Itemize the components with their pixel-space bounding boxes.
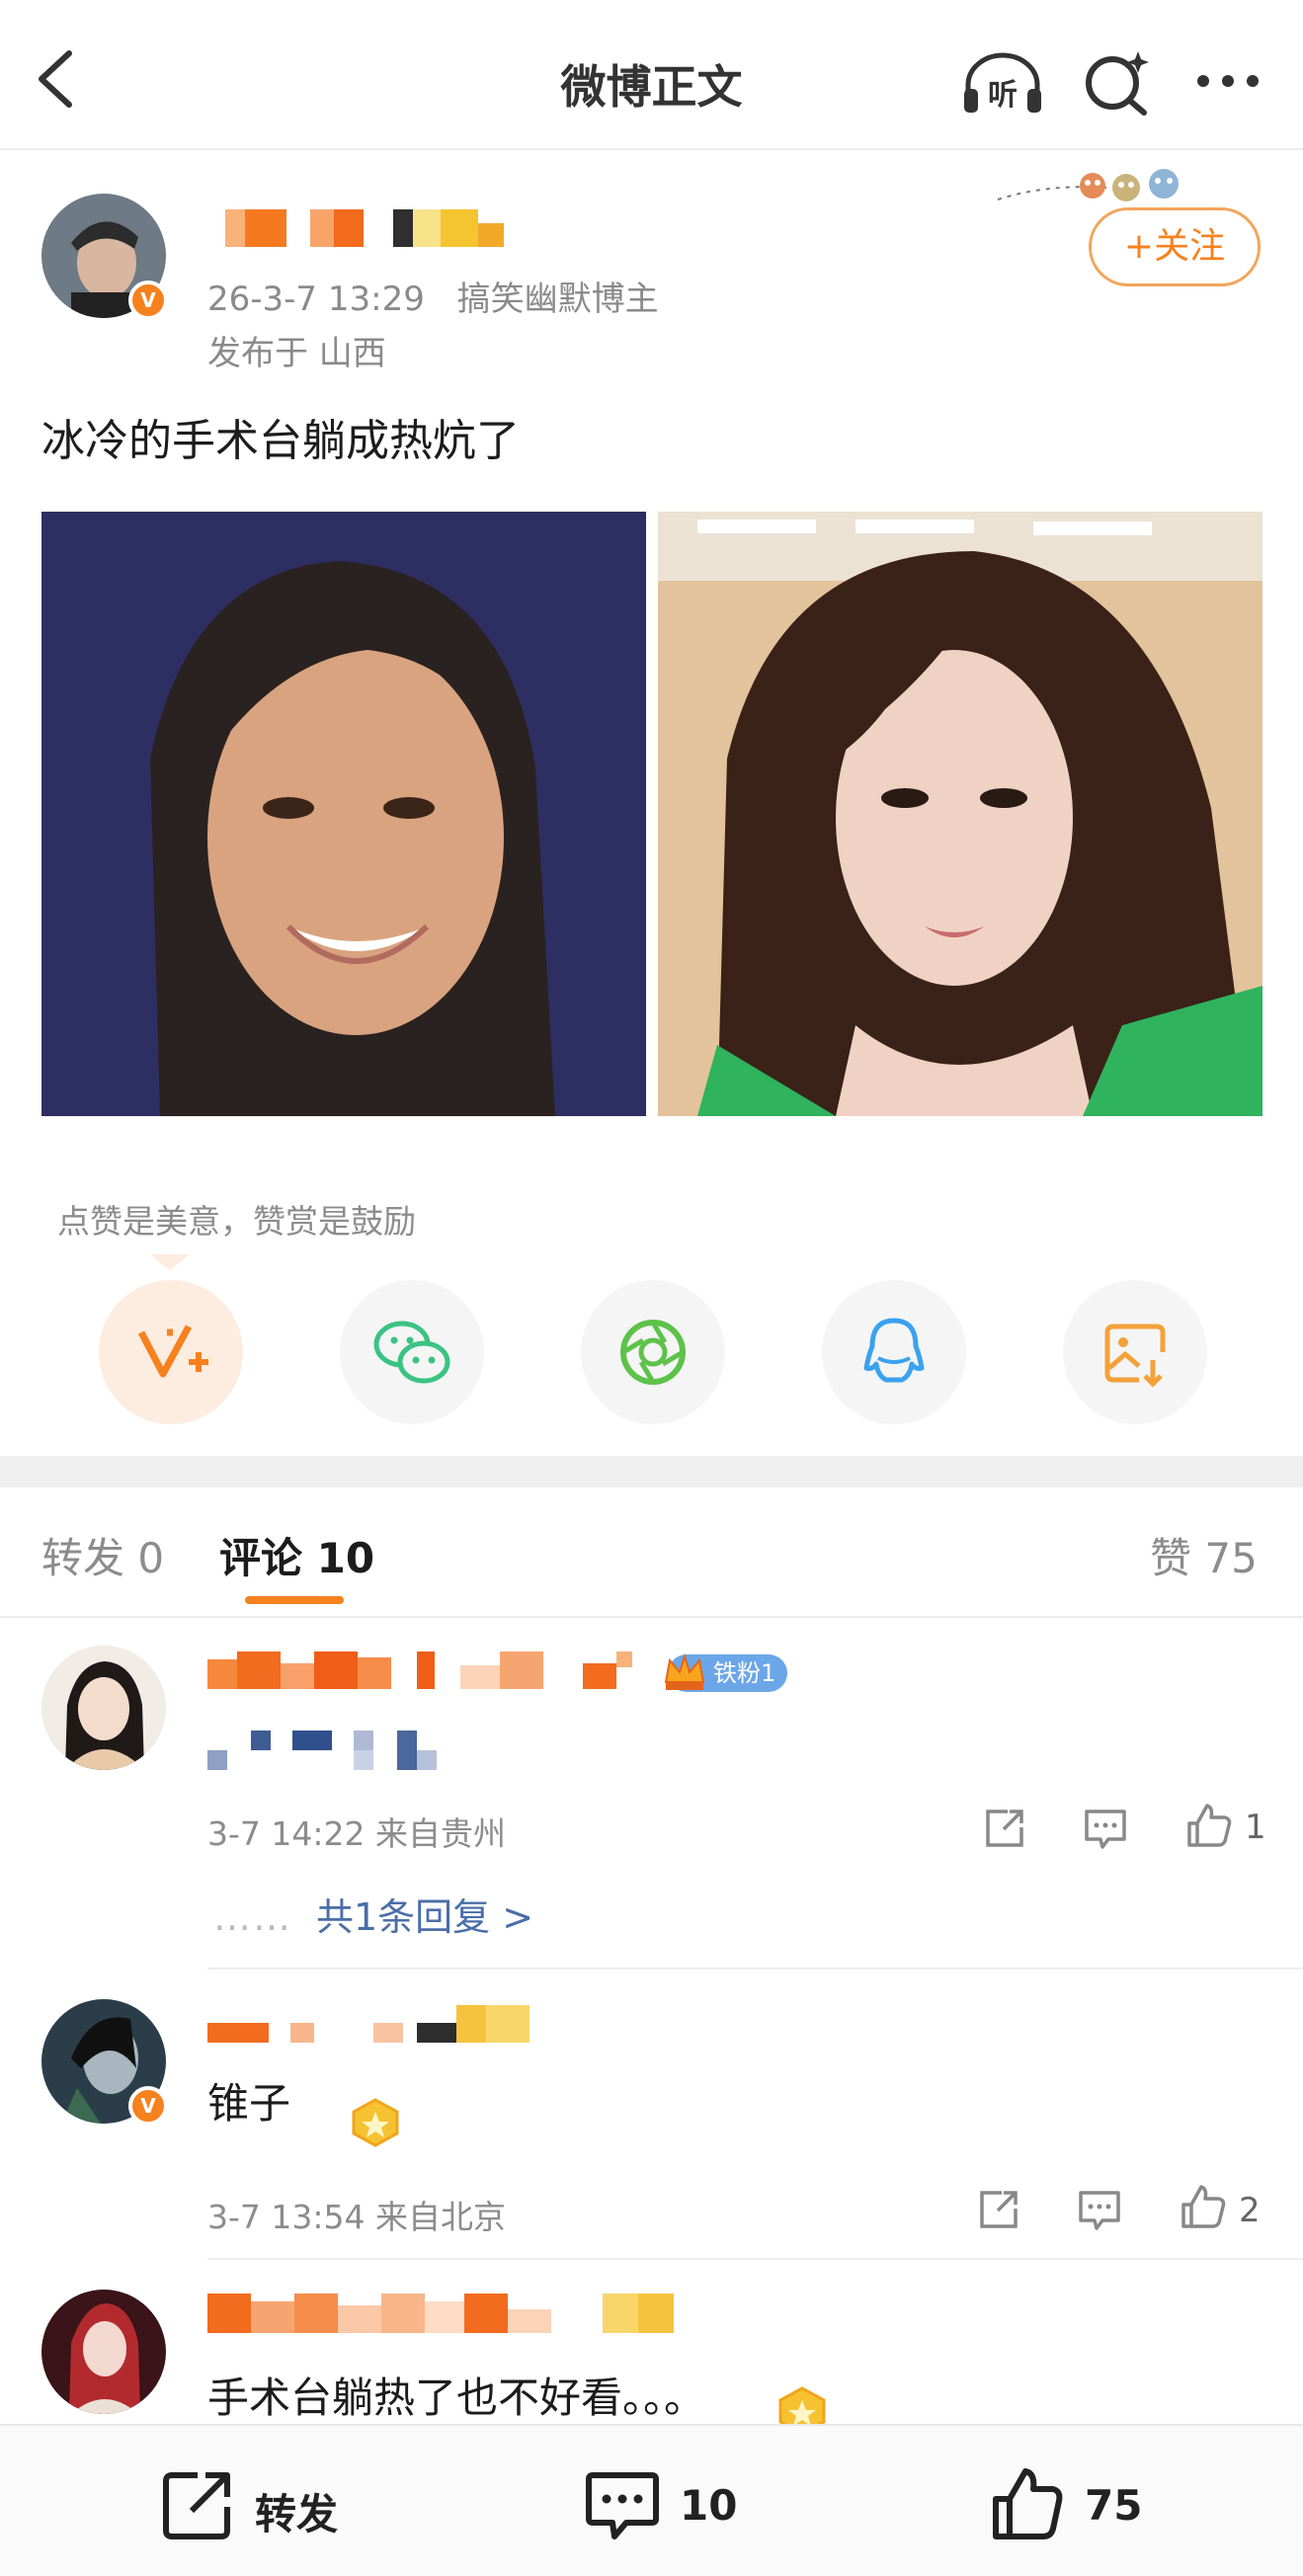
replies-dots: …… — [213, 1895, 292, 1939]
crown-icon — [664, 1652, 705, 1690]
share-comment-icon[interactable] — [978, 1802, 1031, 1855]
share-moments-button[interactable] — [581, 1280, 725, 1424]
qq-icon — [863, 1318, 925, 1383]
comment-icon — [586, 2472, 659, 2539]
post-image-2[interactable] — [658, 512, 1262, 1116]
comment-separator — [207, 1968, 1303, 1970]
share-qq-button[interactable] — [822, 1280, 966, 1424]
top-nav-bar: 微博正文 听 — [0, 0, 1303, 150]
save-image-icon — [1104, 1324, 1166, 1388]
commenter-name-redacted — [207, 1648, 652, 1691]
comment-text: 锥子 — [207, 2079, 291, 2128]
comment-like-count: 1 — [1245, 1808, 1266, 1847]
comment-like-count: 2 — [1239, 2191, 1261, 2230]
active-tab-indicator — [245, 1596, 344, 1604]
commenter-name-redacted — [207, 2292, 721, 2335]
comment-meta: 3-7 14:22 来自贵州 — [207, 1814, 506, 1853]
moments-icon — [620, 1320, 686, 1385]
bottom-action-bar: 转发 10 75 — [0, 2424, 1303, 2576]
post-location: 发布于 山西 — [207, 334, 386, 373]
comment-avatar[interactable] — [41, 2290, 166, 2414]
comment-text-redacted — [207, 1731, 445, 1770]
weibo-reward-icon — [137, 1325, 208, 1378]
author-name-redacted — [225, 205, 512, 251]
headphones-icon: 听 — [964, 52, 1041, 113]
search-icon[interactable] — [1081, 47, 1152, 117]
comment-count: 10 — [680, 2481, 738, 2530]
fan-badge-label: 铁粉1 — [713, 1659, 776, 1687]
like-count: 75 — [1085, 2481, 1143, 2530]
author-tag: 搞笑幽默博主 — [456, 280, 659, 319]
post-time: 26-3-7 13:29 — [207, 280, 425, 319]
like-button[interactable]: 75 — [978, 2426, 1195, 2576]
verified-badge: V — [128, 281, 168, 320]
reward-button[interactable] — [99, 1280, 243, 1424]
tab-repost[interactable]: 转发 0 — [41, 1525, 164, 1585]
follow-button[interactable]: +关注 — [1089, 207, 1261, 286]
listen-label: 听 — [988, 78, 1018, 113]
repost-label: 转发 — [255, 2490, 339, 2538]
comment-meta: 3-7 13:54 来自北京 — [207, 2198, 506, 2236]
like-comment-icon[interactable] — [1181, 1800, 1235, 1853]
section-divider — [0, 1456, 1303, 1488]
wechat-icon — [373, 1321, 450, 1384]
save-image-button[interactable] — [1063, 1280, 1207, 1424]
tab-divider — [0, 1616, 1303, 1618]
fan-level-badge: 铁粉1 — [664, 1652, 788, 1692]
verified-badge: V — [128, 2086, 168, 2126]
medal-icon — [352, 2098, 399, 2147]
like-icon — [993, 2468, 1063, 2539]
comment-avatar[interactable] — [41, 1646, 166, 1770]
post-timestamp: 26-3-7 13:29 搞笑幽默博主 — [207, 272, 659, 320]
post-text: 冰冷的手术台躺成热炕了 — [41, 416, 520, 466]
replies-label: 共1条回复 > — [316, 1895, 534, 1939]
more-options-icon[interactable] — [1193, 69, 1262, 93]
view-replies-link[interactable]: …… 共1条回复 > — [213, 1887, 533, 1941]
repost-button[interactable]: 转发 — [148, 2426, 405, 2576]
reward-hint: 点赞是美意，赞赏是鼓励 — [57, 1202, 416, 1241]
like-comment-icon[interactable] — [1176, 2181, 1229, 2234]
share-comment-icon[interactable] — [972, 2183, 1025, 2236]
reply-comment-icon[interactable] — [1073, 2183, 1126, 2236]
commenter-name-redacted — [207, 2001, 543, 2045]
post-image-1[interactable] — [41, 512, 646, 1116]
reward-pointer-icon — [150, 1254, 190, 1270]
reply-comment-icon[interactable] — [1079, 1802, 1132, 1855]
tab-likes[interactable]: 赞 75 — [1150, 1525, 1258, 1585]
comment-separator — [207, 2258, 1303, 2260]
comment-button[interactable]: 10 — [573, 2426, 790, 2576]
share-wechat-button[interactable] — [340, 1280, 484, 1424]
listen-button[interactable]: 听 — [960, 49, 1045, 115]
comment-text: 手术台躺热了也不好看。。。 — [207, 2374, 706, 2422]
tab-comments[interactable]: 评论 10 — [219, 1525, 374, 1585]
repost-icon — [163, 2472, 230, 2539]
